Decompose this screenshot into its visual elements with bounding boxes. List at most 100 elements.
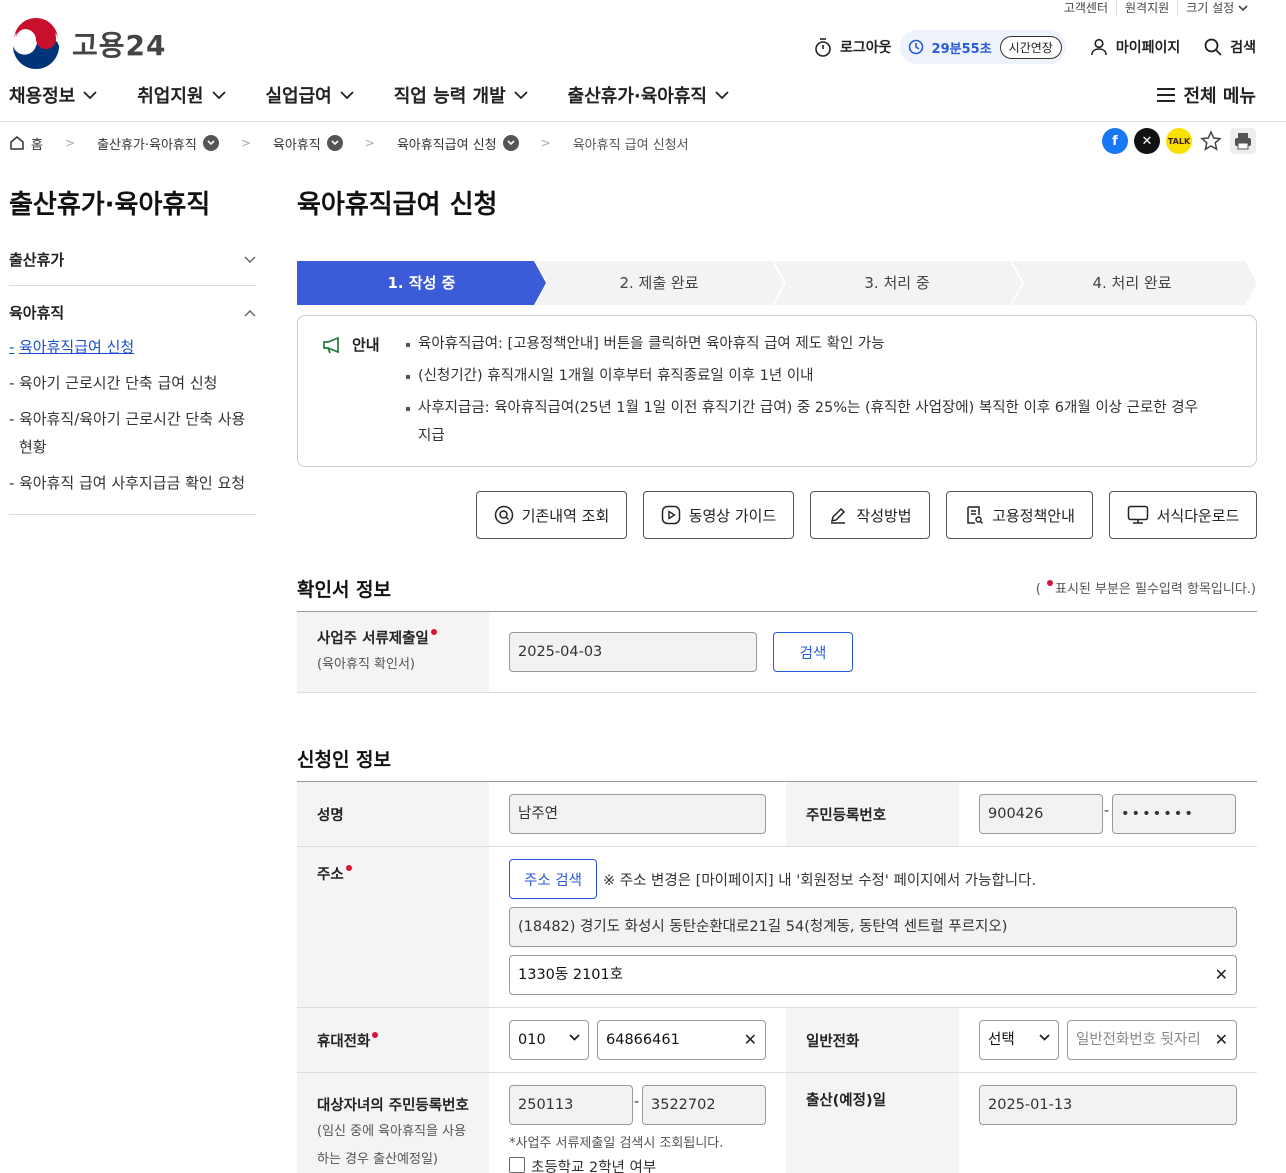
submit-date-label: 사업주 서류제출일 <box>317 627 439 648</box>
print-icon[interactable] <box>1230 128 1256 154</box>
sidebar-item-benefit-apply[interactable]: - 육아휴직급여 신청 <box>9 333 256 361</box>
history-lookup-button[interactable]: 기존내역 조회 <box>476 491 627 539</box>
chevron-down-icon <box>244 255 256 263</box>
address-main-field[interactable]: (18482) 경기도 화성시 동탄순환대로21길 54(청계동, 동탄역 센트… <box>509 907 1237 947</box>
required-note: ( 표시된 부분은 필수입력 항목입니다.) <box>1035 580 1256 597</box>
search-label: 검색 <box>1230 40 1256 56</box>
logout-button[interactable]: 로그아웃 <box>814 37 892 57</box>
search-button[interactable]: 검색 <box>1204 37 1256 57</box>
x-twitter-icon[interactable]: ✕ <box>1134 128 1160 154</box>
sidebar-divider <box>9 285 256 286</box>
submit-date-field[interactable]: 2025-04-03 <box>509 632 757 672</box>
nav-jobs[interactable]: 채용정보 <box>9 82 97 108</box>
extend-session-button[interactable]: 시간연장 <box>999 35 1062 59</box>
nav-maternity[interactable]: 출산휴가·육아휴직 <box>568 82 729 108</box>
name-field[interactable]: 남주연 <box>509 794 766 834</box>
page-title: 육아휴직급여 신청 <box>297 190 498 220</box>
nav-employment-support[interactable]: 취업지원 <box>137 82 226 108</box>
notice-heading: 안내 <box>322 334 380 355</box>
header-divider <box>0 121 1286 122</box>
document-search-icon <box>967 506 984 524</box>
required-dot-icon <box>1046 580 1053 586</box>
row-divider <box>297 1007 1257 1008</box>
breadcrumb-parental-leave[interactable]: 육아휴직 <box>273 134 343 153</box>
sidebar-item-label: 육아휴직 급여 사후지급금 확인 요청 <box>19 474 246 492</box>
dropdown-circle-icon[interactable] <box>502 135 519 151</box>
rrn-back-field[interactable]: ••••••• <box>1112 794 1236 834</box>
mypage-link[interactable]: 마이페이지 <box>1090 37 1180 57</box>
nav-unemployment[interactable]: 실업급여 <box>266 82 354 108</box>
breadcrumb-benefit-apply-label: 육아휴직급여 신청 <box>396 137 497 153</box>
birth-date-field[interactable]: 2025-01-13 <box>979 1085 1237 1125</box>
breadcrumb-benefit-apply[interactable]: 육아휴직급여 신청 <box>397 134 519 153</box>
grade-checkbox-label: 초등학교 2학년 여부 <box>531 1160 657 1173</box>
video-guide-button[interactable]: 동영상 가이드 <box>643 491 794 539</box>
facebook-icon[interactable]: f <box>1102 128 1128 154</box>
mobile-number-field[interactable]: 64866461 ✕ <box>597 1020 766 1060</box>
clear-icon[interactable]: ✕ <box>1215 956 1228 994</box>
birth-date-label: 출산(예정)일 <box>806 1093 886 1109</box>
clear-icon[interactable]: ✕ <box>744 1021 757 1059</box>
nav-unemployment-label: 실업급여 <box>265 86 332 107</box>
address-detail-field[interactable]: 1330동 2101호 ✕ <box>509 955 1237 995</box>
address-label: 주소 <box>317 863 354 884</box>
step-1: 1. 작성 중 <box>387 274 456 292</box>
breadcrumb-current: 육아휴직 급여 신청서 <box>573 134 689 153</box>
rrn-front-field[interactable]: 900426 <box>979 794 1103 834</box>
child-rrn-front-field[interactable]: 250113 <box>509 1085 633 1125</box>
clear-icon[interactable]: ✕ <box>1215 1021 1228 1059</box>
phone-number-field[interactable]: 일반전화번호 뒷자리 ✕ <box>1067 1020 1237 1060</box>
breadcrumb-maternity[interactable]: 출산휴가·육아휴직 <box>97 134 219 153</box>
notice-box: 안내 육아휴직급여: [고용정책안내] 버튼을 클릭하면 육아휴직 급여 제도 … <box>297 315 1257 467</box>
pencil-icon <box>831 507 846 524</box>
size-setting-dropdown[interactable]: 크기 설정 <box>1177 0 1256 16</box>
kakao-talk-icon[interactable]: TALK <box>1166 128 1192 154</box>
dropdown-circle-icon[interactable] <box>202 135 219 151</box>
phone-label: 일반전화 <box>806 1034 860 1050</box>
submit-date-sublabel: (육아휴직 확인서) <box>317 657 415 672</box>
address-search-button[interactable]: 주소 검색 <box>509 859 597 899</box>
breadcrumb-current-label: 육아휴직 급여 신청서 <box>572 137 689 153</box>
mobile-prefix-select[interactable]: 010 <box>509 1020 589 1060</box>
phone-prefix-select[interactable]: 선택 <box>979 1020 1059 1060</box>
utility-bar: 고객센터 원격지원 크기 설정 <box>1056 0 1256 16</box>
chevron-right-icon: > <box>540 136 551 150</box>
employment-policy-button[interactable]: 고용정책안내 <box>946 491 1093 539</box>
chevron-down-icon <box>211 90 226 99</box>
breadcrumb-home[interactable]: 홈 <box>9 134 43 153</box>
timer-lock-icon <box>815 38 831 57</box>
breadcrumb-maternity-label: 출산휴가·육아휴직 <box>97 137 197 153</box>
sidebar-section-maternity[interactable]: 출산휴가 <box>9 249 256 270</box>
all-menu-button[interactable]: 전체 메뉴 <box>1157 82 1256 108</box>
child-rrn-sublabel-1: (임신 중에 육아휴직을 사용 <box>317 1124 467 1139</box>
sidebar-item-deferred-payment[interactable]: - 육아휴직 급여 사후지급금 확인 요청 <box>9 469 256 497</box>
grade-checkbox[interactable] <box>509 1157 525 1173</box>
video-guide-label: 동영상 가이드 <box>688 506 777 525</box>
site-logo[interactable]: 고용24 <box>10 18 167 70</box>
history-lookup-label: 기존내역 조회 <box>521 506 610 525</box>
chevron-up-icon <box>244 309 256 317</box>
how-to-write-button[interactable]: 작성방법 <box>810 491 930 539</box>
dropdown-circle-icon[interactable] <box>326 135 343 151</box>
megaphone-icon <box>323 336 339 353</box>
star-bookmark-icon[interactable] <box>1198 128 1224 154</box>
form-download-button[interactable]: 서식다운로드 <box>1109 491 1257 539</box>
sidebar-section-parental-leave[interactable]: 육아휴직 <box>9 302 256 323</box>
sidebar-item-reduced-hours[interactable]: - 육아기 근로시간 단축 급여 신청 <box>9 369 256 397</box>
child-rrn-back-field[interactable]: 3522702 <box>642 1085 766 1125</box>
header-actions: 로그아웃 29분55초 시간연장 마이페이지 검색 <box>814 30 1256 64</box>
sidebar-item-usage-status[interactable]: - 육아휴직/육아기 근로시간 단축 사용 현황 <box>9 405 256 461</box>
remote-support-link[interactable]: 원격지원 <box>1116 0 1177 16</box>
how-to-write-label: 작성방법 <box>856 506 912 525</box>
play-video-icon <box>661 505 680 525</box>
submit-date-search-button[interactable]: 검색 <box>773 632 853 672</box>
mypage-label: 마이페이지 <box>1115 40 1181 56</box>
required-dot-icon <box>430 629 437 635</box>
chevron-down-icon <box>1238 5 1248 12</box>
search-icon <box>1204 38 1222 56</box>
row-divider <box>297 1072 1257 1073</box>
customer-center-link[interactable]: 고객센터 <box>1056 0 1116 16</box>
nav-skills[interactable]: 직업 능력 개발 <box>394 82 528 108</box>
phone-prefix-value: 선택 <box>988 1032 1015 1048</box>
rrn-label: 주민등록번호 <box>806 808 887 824</box>
